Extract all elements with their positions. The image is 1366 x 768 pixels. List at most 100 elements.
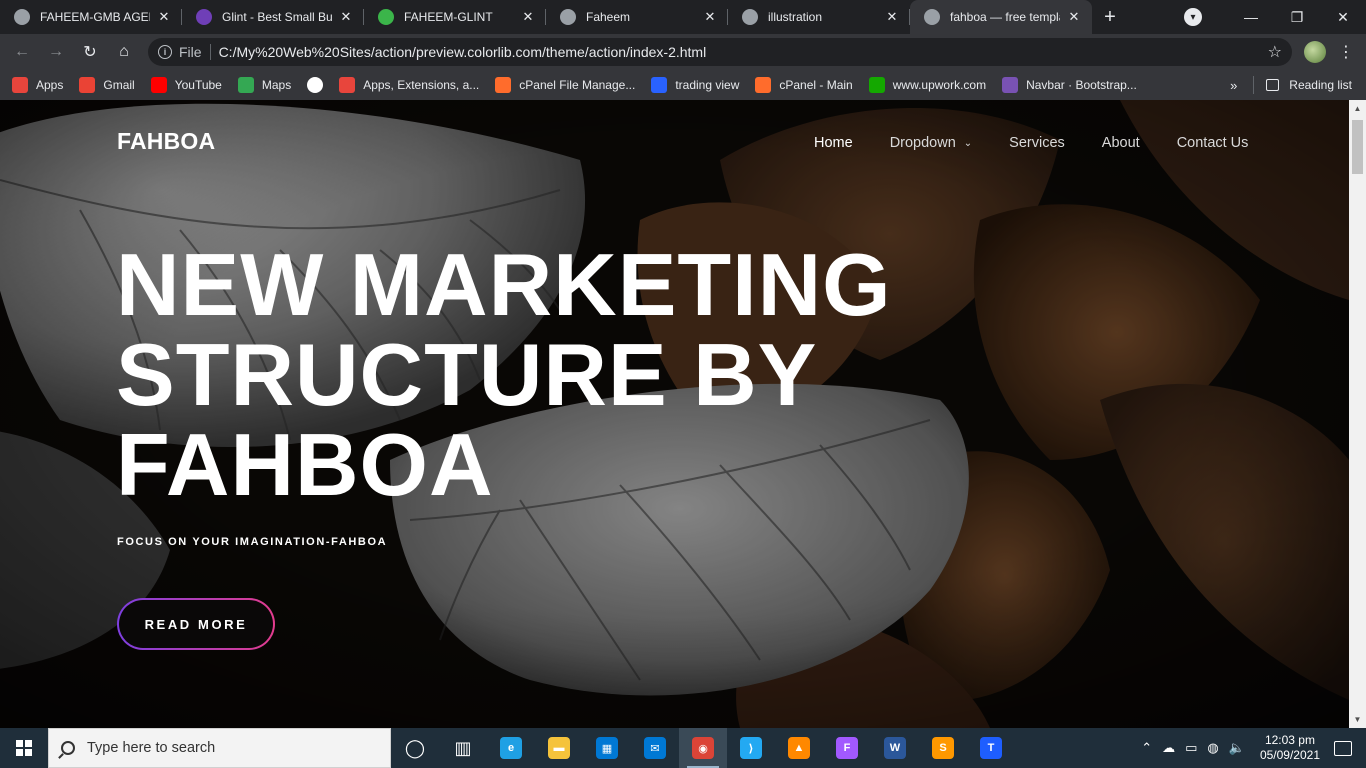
browser-tab[interactable]: FAHEEM-GLINT ✕ (364, 0, 546, 34)
globe-icon (924, 9, 940, 25)
start-button[interactable] (0, 728, 48, 768)
taskbar-app-typora[interactable]: T (967, 728, 1015, 768)
edge-icon: e (500, 737, 522, 759)
url-text[interactable]: C:/My%20Web%20Sites/action/preview.color… (219, 44, 1268, 60)
tab-search-icon[interactable]: ▾ (1184, 8, 1202, 26)
read-more-button[interactable]: READ MORE (117, 598, 275, 650)
minimize-icon[interactable]: — (1228, 0, 1274, 34)
globe-icon (560, 9, 576, 25)
new-tab-button[interactable]: + (1092, 0, 1128, 34)
url-scheme: File (179, 44, 202, 60)
taskbar-clock[interactable]: 12:03 pm 05/09/2021 (1260, 733, 1320, 763)
bookmarks-divider (1253, 76, 1255, 94)
colorlib-icon (196, 9, 212, 25)
browser-tab[interactable]: illustration ✕ (728, 0, 910, 34)
close-window-icon[interactable]: ✕ (1320, 0, 1366, 34)
taskbar-app-figma[interactable]: F (823, 728, 871, 768)
onedrive-cloud-icon[interactable]: ☁ (1162, 740, 1175, 756)
taskbar-app-store[interactable]: ▦ (583, 728, 631, 768)
forward-arrow-icon[interactable]: → (40, 36, 72, 68)
browser-tab[interactable]: Glint - Best Small Busin ✕ (182, 0, 364, 34)
bookmark-label: trading view (675, 78, 740, 92)
close-tab-icon[interactable]: ✕ (884, 9, 900, 25)
nav-item-about[interactable]: About (1102, 135, 1140, 151)
browser-tab[interactable]: FAHEEM-GMB AGENCY ✕ (0, 0, 182, 34)
gmail-icon (79, 77, 96, 93)
bookmark-item[interactable]: cPanel File Manage... (495, 77, 635, 93)
taskbar-app-mail[interactable]: ✉ (631, 728, 679, 768)
browser-tab[interactable]: fahboa — free templat ✕ (910, 0, 1092, 34)
close-tab-icon[interactable]: ✕ (520, 9, 536, 25)
nav-item-services[interactable]: Services (1009, 135, 1065, 151)
restore-icon[interactable]: ❐ (1274, 0, 1320, 34)
close-tab-icon[interactable]: ✕ (702, 9, 718, 25)
taskbar-app-sublime[interactable]: S (919, 728, 967, 768)
bookmark-item[interactable]: www.upwork.com (868, 77, 986, 93)
nav-item-home[interactable]: Home (814, 135, 853, 151)
tab-title: illustration (768, 10, 823, 24)
taskbar-search-placeholder: Type here to search (87, 740, 216, 756)
nav-item-dropdown[interactable]: Dropdown ⌄ (890, 135, 972, 151)
vscode-icon: ⟩ (740, 737, 762, 759)
bookmark-item[interactable]: Apps, Extensions, a... (339, 77, 479, 93)
youtube-icon (150, 77, 167, 93)
bookmark-item[interactable]: Apps (12, 77, 63, 93)
reading-list-button[interactable]: Reading list (1289, 78, 1352, 92)
scrollbar-thumb[interactable] (1352, 120, 1363, 174)
figma-icon: F (836, 737, 858, 759)
word-icon: W (884, 737, 906, 759)
hero-tagline: FOCUS ON YOUR IMAGINATION-FAHBOA (117, 536, 388, 548)
bookmark-item[interactable]: Gmail (79, 77, 135, 93)
close-tab-icon[interactable]: ✕ (156, 9, 172, 25)
taskbar-search-box[interactable]: Type here to search (48, 728, 391, 768)
tab-title: FAHEEM-GMB AGENCY (40, 10, 150, 24)
system-tray: ⌃ ☁ ▭ ◍ 🔈 12:03 pm 05/09/2021 (1136, 728, 1366, 768)
bookmark-item[interactable]: YouTube (150, 77, 222, 93)
close-tab-icon[interactable]: ✕ (338, 9, 354, 25)
bookmark-star-icon[interactable]: ☆ (1268, 42, 1282, 62)
reload-icon[interactable]: ↻ (74, 36, 106, 68)
taskbar-app-cortana[interactable]: ◯ (391, 728, 439, 768)
bookmark-item[interactable]: trading view (651, 77, 739, 93)
scroll-down-icon[interactable]: ▼ (1349, 711, 1366, 728)
cortana-circle-icon: ◯ (404, 737, 426, 758)
volume-icon[interactable]: 🔈 (1229, 740, 1245, 756)
site-info-icon[interactable]: i (158, 45, 172, 59)
notification-center-icon[interactable] (1334, 740, 1352, 756)
bookmark-item[interactable]: cPanel - Main (755, 77, 853, 93)
taskbar-app-vscode[interactable]: ⟩ (727, 728, 775, 768)
network-globe-icon[interactable]: ◍ (1207, 740, 1218, 756)
tab-title: FAHEEM-GLINT (404, 10, 493, 24)
back-arrow-icon[interactable]: ← (6, 36, 38, 68)
taskbar-app-file-explorer[interactable]: ▬ (535, 728, 583, 768)
taskbar-app-task-view[interactable]: ▥ (439, 728, 487, 768)
bookmark-label: cPanel - Main (779, 78, 853, 92)
battery-icon[interactable]: ▭ (1185, 740, 1197, 756)
kebab-menu-icon[interactable]: ⋮ (1334, 42, 1358, 62)
maps-icon (237, 77, 254, 93)
scroll-up-icon[interactable]: ▲ (1349, 100, 1366, 117)
page-scrollbar[interactable]: ▲ ▼ (1349, 100, 1366, 728)
taskbar-app-word[interactable]: W (871, 728, 919, 768)
nav-item-label: Contact Us (1176, 135, 1249, 151)
nav-item-contact-us[interactable]: Contact Us (1177, 135, 1249, 151)
search-icon (61, 741, 75, 755)
bookmark-label: Apps, Extensions, a... (363, 78, 480, 92)
home-icon[interactable]: ⌂ (108, 36, 140, 68)
profile-avatar[interactable] (1304, 41, 1326, 63)
bookmark-item[interactable]: Maps (237, 77, 291, 93)
address-bar[interactable]: i File C:/My%20Web%20Sites/action/previe… (148, 38, 1292, 66)
more-bookmarks-icon[interactable]: » (1230, 78, 1237, 93)
taskbar-app-chrome[interactable]: ◉ (679, 728, 727, 768)
site-logo[interactable]: FAHBOA (117, 128, 215, 155)
bookmark-item[interactable] (307, 77, 324, 93)
close-tab-icon[interactable]: ✕ (1066, 9, 1082, 25)
taskbar-app-edge[interactable]: e (487, 728, 535, 768)
taskbar-app-vlc[interactable]: ▲ (775, 728, 823, 768)
nav-item-label: Dropdown (889, 135, 956, 151)
bookmark-item[interactable]: Navbar · Bootstrap... (1002, 77, 1137, 93)
browser-tab[interactable]: Faheem ✕ (546, 0, 728, 34)
mail-icon: ✉ (644, 737, 666, 759)
chevron-up-icon[interactable]: ⌃ (1141, 740, 1152, 756)
tab-title: Glint - Best Small Busin (222, 10, 332, 24)
